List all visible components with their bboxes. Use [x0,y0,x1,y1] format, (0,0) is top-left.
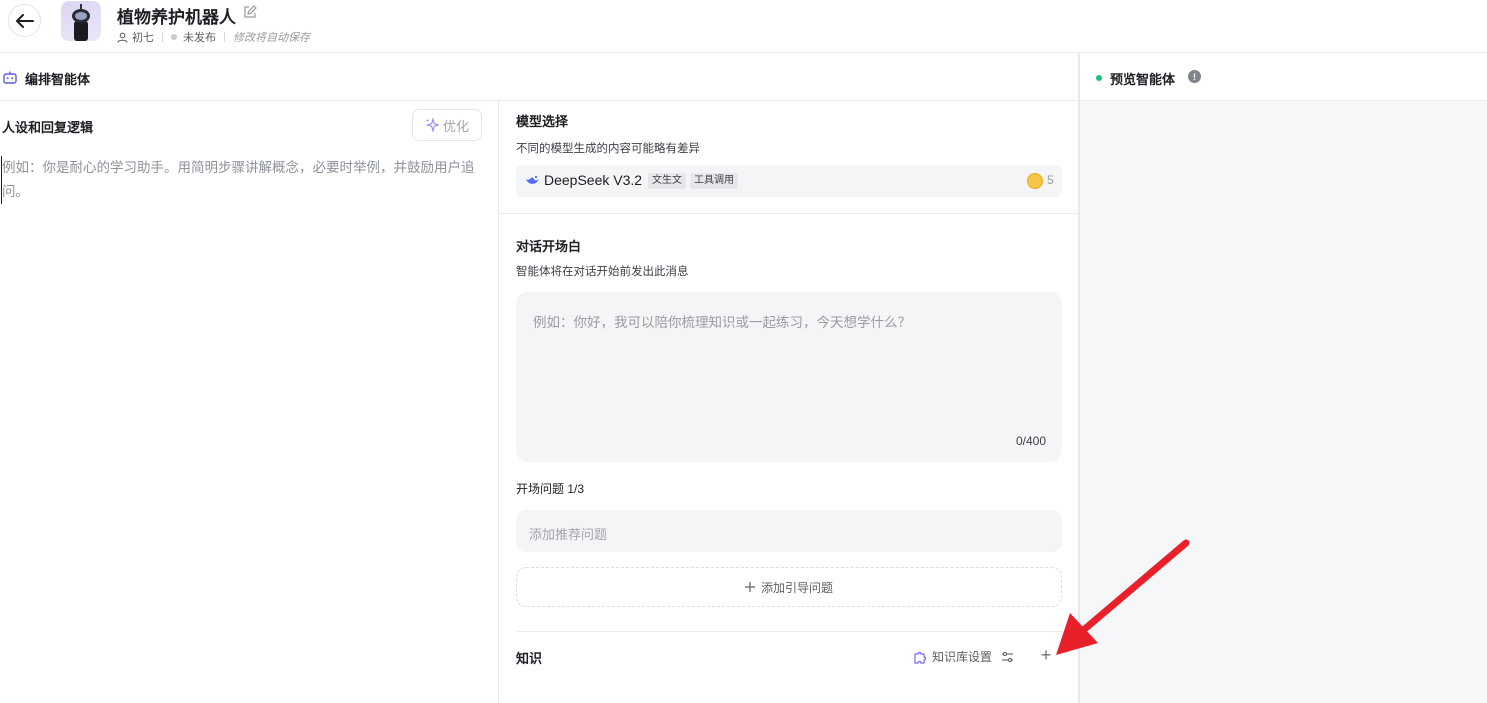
opening-placeholder: 例如：你好，我可以陪你梳理知识或一起练习，今天想学什么？ [533,315,911,330]
back-button[interactable] [8,4,41,37]
add-guide-question-button[interactable]: 添加引导问题 [516,567,1062,607]
preview-title: 预览智能体 [1110,72,1176,87]
sparkle-icon [425,118,439,132]
preview-panel-header: 预览智能体 ! [1080,53,1487,101]
info-icon[interactable]: ! [1188,70,1201,83]
add-guide-question-label: 添加引导问题 [760,580,833,595]
knowledge-settings-button[interactable]: 知识库设置 [913,648,1014,665]
opening-section-subtitle: 智能体将在对话开始前发出此消息 [516,266,689,278]
status-dot [171,34,177,40]
preview-panel [1080,101,1487,703]
question-placeholder: 添加推荐问题 [529,527,608,542]
model-selector[interactable]: DeepSeek V3.2 文生文 工具调用 5 [516,165,1062,197]
arrow-left-icon [15,13,34,28]
user-icon [117,32,128,43]
compose-panel-header: 编排智能体 [0,53,1079,101]
opening-message-input[interactable]: 例如：你好，我可以陪你梳理知识或一起练习，今天想学什么？ 0/400 [516,292,1062,462]
plus-icon [744,582,755,592]
section-divider [499,213,1078,214]
opening-questions-label: 开场问题 1/3 [516,482,585,496]
credit-coin-icon [1027,173,1043,189]
model-tag: 工具调用 [690,173,738,189]
section-divider [516,631,1062,632]
agent-avatar [61,1,101,41]
model-name: DeepSeek V3.2 [544,172,643,188]
model-section-subtitle: 不同的模型生成的内容可能略有差异 [516,143,700,155]
compose-title: 编排智能体 [25,72,91,87]
model-section-title: 模型选择 [516,114,569,129]
model-tag: 文生文 [648,173,686,189]
sliders-icon [1002,651,1014,662]
app-header: 植物养护机器人 初七 未发布 修改将自动保存 [0,0,1487,53]
deepseek-whale-icon [526,175,539,184]
knowledge-title: 知识 [516,651,543,666]
suggested-question-input[interactable]: 添加推荐问题 [516,510,1062,552]
add-knowledge-button[interactable]: + [1038,646,1054,664]
author-name: 初七 [132,32,154,44]
edit-icon[interactable] [243,5,257,19]
agent-title: 植物养护机器人 [117,8,236,27]
optimize-label: 优化 [442,118,469,134]
robot-icon [3,71,17,84]
puzzle-icon [914,651,927,664]
autosave-hint: 修改将自动保存 [233,32,310,44]
persona-input[interactable]: 例如：你是耐心的学习助手。用简明步骤讲解概念，必要时举例，并鼓励用户追问。 [1,156,491,204]
persona-title: 人设和回复逻辑 [2,120,94,135]
preview-status-dot [1096,75,1102,81]
model-credit: 5 [1047,173,1054,187]
column-divider [498,101,499,703]
agent-meta: 初七 未发布 修改将自动保存 [117,29,310,45]
publish-status: 未发布 [183,32,216,44]
opening-section-title: 对话开场白 [516,239,582,254]
optimize-button[interactable]: 优化 [412,109,482,141]
char-counter: 0/400 [1015,434,1046,448]
knowledge-settings-label: 知识库设置 [932,650,993,664]
